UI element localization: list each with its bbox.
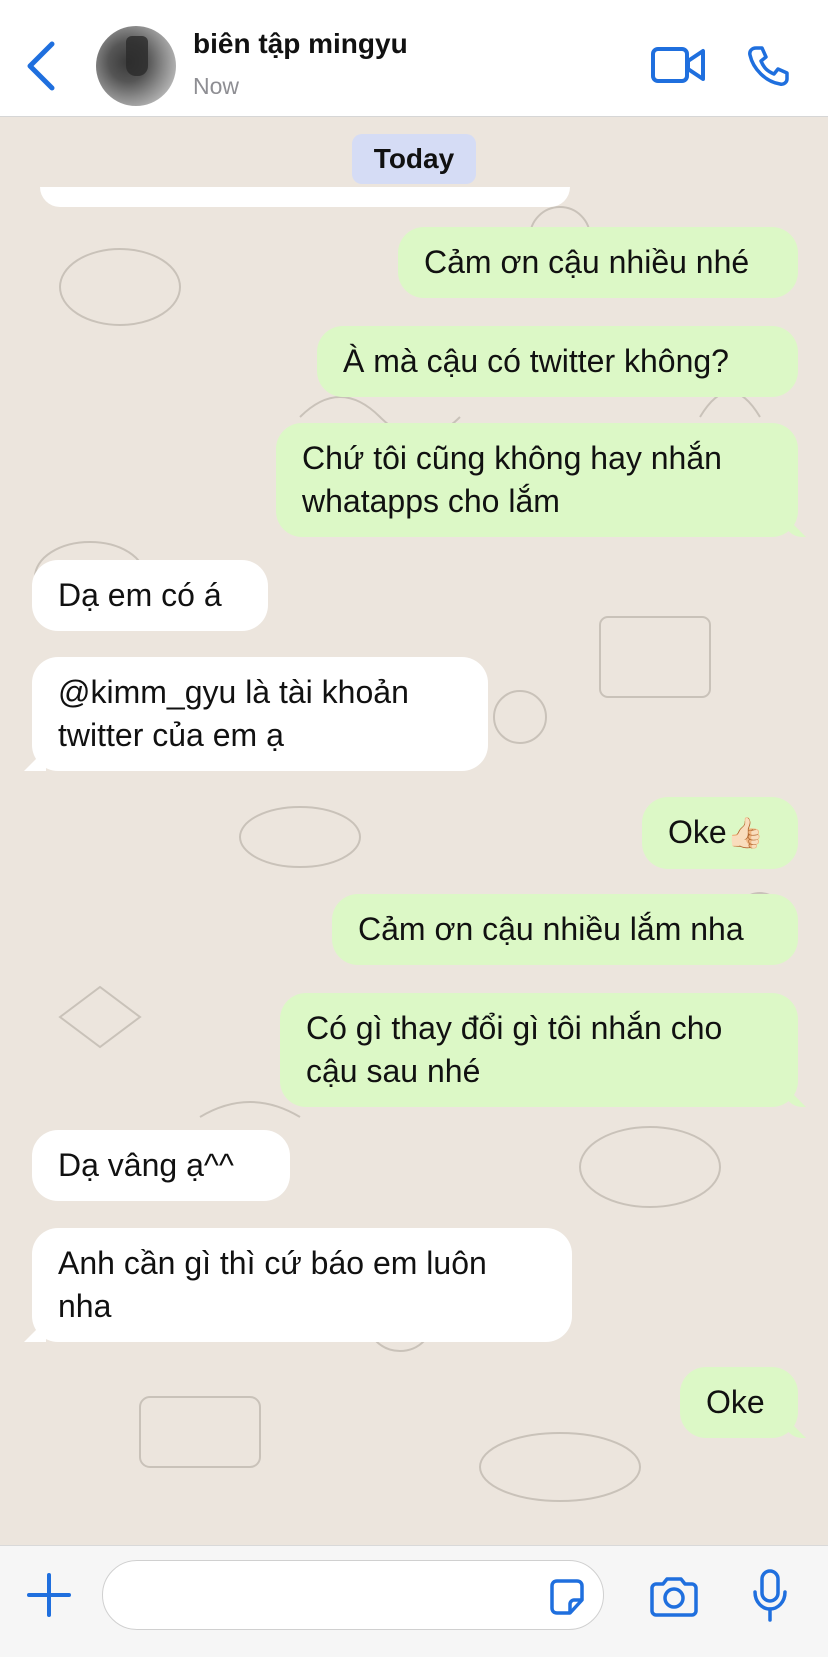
date-separator: Today (352, 134, 476, 184)
contact-status: Now (193, 73, 240, 99)
message-bubble-incoming[interactable]: Dạ em có á (32, 560, 268, 631)
message-input[interactable] (102, 1560, 604, 1630)
sticker-icon[interactable] (546, 1576, 588, 1618)
message-text: Dạ vâng ạ^^ (58, 1147, 234, 1183)
thumbs-up-icon: 👍🏻 (726, 817, 765, 850)
message-text: À mà cậu có twitter không? (343, 343, 729, 379)
message-text: @kimm_gyu là tài khoản twitter của em ạ (58, 674, 409, 753)
phone-icon[interactable] (746, 44, 790, 88)
message-text: Có gì thay đổi gì tôi nhắn cho cậu sau n… (306, 1010, 723, 1089)
chat-area[interactable]: Today Cảm ơn cậu nhiều nhé À mà cậu có t… (0, 117, 828, 1545)
message-bubble-incoming[interactable]: @kimm_gyu là tài khoản twitter của em ạ (32, 657, 488, 771)
message-bubble-outgoing[interactable]: Cảm ơn cậu nhiều lắm nha (332, 894, 798, 965)
message-text: Cảm ơn cậu nhiều nhé (424, 244, 750, 280)
message-bubble-outgoing[interactable]: Oke (680, 1367, 798, 1438)
message-text: Oke (706, 1384, 765, 1420)
camera-icon[interactable] (648, 1576, 700, 1618)
back-chevron-icon[interactable] (22, 38, 62, 94)
message-bubble-outgoing[interactable]: Oke👍🏻 (642, 797, 798, 869)
message-bubble-outgoing[interactable]: Chứ tôi cũng không hay nhắn whatapps cho… (276, 423, 798, 537)
avatar[interactable] (96, 26, 176, 106)
message-bubble-incoming[interactable]: Dạ vâng ạ^^ (32, 1130, 290, 1201)
message-text: Oke (668, 814, 727, 850)
chat-header: biên tập mingyu Now (0, 0, 828, 117)
message-text: Dạ em có á (58, 577, 222, 613)
partial-message-bubble (40, 187, 570, 207)
video-call-icon[interactable] (650, 44, 706, 86)
message-text: Cảm ơn cậu nhiều lắm nha (358, 911, 744, 947)
message-text: Anh cần gì thì cứ báo em luôn nha (58, 1245, 487, 1324)
message-bubble-incoming[interactable]: Anh cần gì thì cứ báo em luôn nha (32, 1228, 572, 1342)
message-text: Chứ tôi cũng không hay nhắn whatapps cho… (302, 440, 722, 519)
microphone-icon[interactable] (750, 1568, 790, 1624)
contact-name[interactable]: biên tập mingyu (193, 28, 408, 60)
message-bubble-outgoing[interactable]: Cảm ơn cậu nhiều nhé (398, 227, 798, 298)
plus-icon[interactable] (26, 1572, 72, 1618)
message-bubble-outgoing[interactable]: À mà cậu có twitter không? (317, 326, 798, 397)
composer-bar (0, 1545, 828, 1657)
message-bubble-outgoing[interactable]: Có gì thay đổi gì tôi nhắn cho cậu sau n… (280, 993, 798, 1107)
